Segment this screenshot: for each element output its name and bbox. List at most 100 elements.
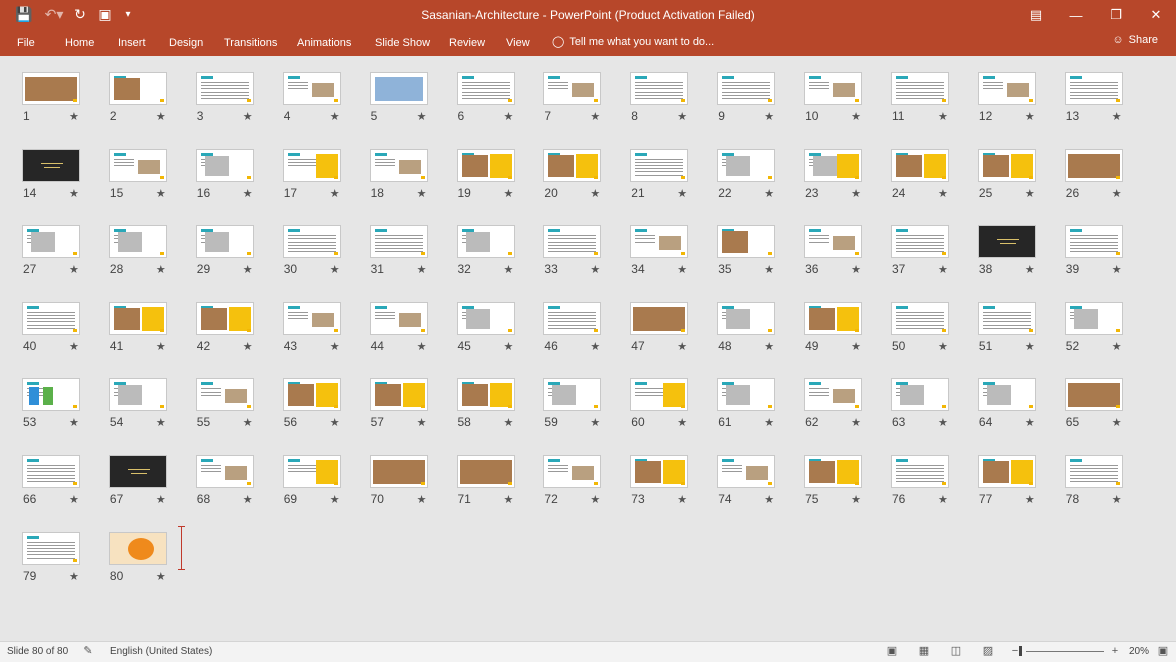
slide-thumbnail[interactable]: 12 ★ [977,56,1078,123]
slide-thumbnail[interactable]: 65 ★ [1064,362,1165,429]
transition-star-icon[interactable]: ★ [590,493,600,506]
transition-star-icon[interactable]: ★ [504,263,514,276]
slide-thumbnail[interactable]: 45 ★ [456,286,557,353]
transition-star-icon[interactable]: ★ [938,340,948,353]
transition-star-icon[interactable]: ★ [1025,110,1035,123]
transition-star-icon[interactable]: ★ [1025,340,1035,353]
slide-thumbnail[interactable]: 17 ★ [282,133,383,200]
transition-star-icon[interactable]: ★ [504,340,514,353]
slide-thumbnail[interactable]: 47 ★ [630,286,730,353]
slide-thumbnail[interactable]: 44 ★ [369,286,470,353]
transition-star-icon[interactable]: ★ [156,187,166,200]
slide-thumbnail[interactable]: 57 ★ [369,362,470,429]
slide-preview[interactable] [195,455,254,488]
slide-counter[interactable]: Slide 80 of 80 [7,646,68,657]
slide-thumbnail[interactable]: 55 ★ [195,362,296,429]
slide-thumbnail[interactable]: 4 ★ [282,56,383,123]
transition-star-icon[interactable]: ★ [590,416,600,429]
slide-preview[interactable] [195,225,254,259]
slide-thumbnail[interactable]: 16 ★ [195,133,296,200]
slide-preview[interactable] [108,148,167,182]
transition-star-icon[interactable]: ★ [243,263,253,276]
slide-preview[interactable] [543,378,602,412]
slide-thumbnail[interactable]: 1 ★ [22,56,122,123]
tab-home[interactable]: Home [65,35,94,51]
zoom-slider-track[interactable] [1026,651,1104,652]
slide-thumbnail[interactable]: 40 ★ [22,286,122,353]
slide-thumbnail[interactable]: 67 ★ [108,439,209,506]
slide-preview[interactable] [369,225,428,259]
slide-preview[interactable] [456,72,515,105]
slide-preview[interactable] [804,148,863,182]
transition-star-icon[interactable]: ★ [69,416,79,429]
transition-star-icon[interactable]: ★ [504,493,514,506]
tab-review[interactable]: Review [449,35,485,51]
slide-preview[interactable] [282,72,341,105]
transition-star-icon[interactable]: ★ [764,187,774,200]
tab-animations[interactable]: Animations [297,35,351,51]
transition-star-icon[interactable]: ★ [330,493,340,506]
slide-preview[interactable] [630,378,689,412]
transition-star-icon[interactable]: ★ [851,110,861,123]
transition-star-icon[interactable]: ★ [69,263,79,276]
slide-thumbnail[interactable]: 37 ★ [891,209,991,276]
slide-preview[interactable] [891,455,949,488]
transition-star-icon[interactable]: ★ [69,187,79,200]
slide-preview[interactable] [804,455,863,488]
slide-thumbnail[interactable]: 75 ★ [804,439,904,506]
slide-preview[interactable] [369,148,428,182]
slide-thumbnail[interactable]: 8 ★ [630,56,730,123]
tab-transitions[interactable]: Transitions [224,35,277,51]
slide-thumbnail[interactable]: 72 ★ [543,439,643,506]
transition-star-icon[interactable]: ★ [504,416,514,429]
slide-preview[interactable] [22,225,80,259]
transition-star-icon[interactable]: ★ [243,416,253,429]
slide-preview[interactable] [369,455,428,488]
slide-preview[interactable] [891,301,949,335]
slide-preview[interactable] [977,455,1036,488]
slide-preview[interactable] [977,225,1036,259]
tab-slide-show[interactable]: Slide Show [375,35,430,51]
slide-preview[interactable] [1064,455,1123,488]
slide-thumbnail[interactable]: 76 ★ [891,439,991,506]
slide-preview[interactable] [195,301,254,335]
transition-star-icon[interactable]: ★ [764,493,774,506]
slide-thumbnail[interactable]: 27 ★ [22,209,122,276]
transition-star-icon[interactable]: ★ [1025,493,1035,506]
transition-star-icon[interactable]: ★ [243,340,253,353]
transition-star-icon[interactable]: ★ [330,416,340,429]
share-button[interactable]: ☺ Share [1112,34,1158,46]
slide-thumbnail[interactable]: 22 ★ [717,133,817,200]
tab-view[interactable]: View [506,35,530,51]
slide-thumbnail[interactable]: 2 ★ [108,56,209,123]
slide-thumbnail[interactable]: 52 ★ [1064,286,1165,353]
slide-preview[interactable] [630,72,689,105]
transition-star-icon[interactable]: ★ [69,110,79,123]
slide-preview[interactable] [195,378,254,412]
slide-thumbnail[interactable]: 53 ★ [22,362,122,429]
transition-star-icon[interactable]: ★ [764,416,774,429]
slide-thumbnail[interactable]: 18 ★ [369,133,470,200]
slide-preview[interactable] [891,378,949,412]
transition-star-icon[interactable]: ★ [417,416,427,429]
normal-view-icon[interactable]: ▣ [885,645,899,658]
transition-star-icon[interactable]: ★ [590,263,600,276]
slide-thumbnail[interactable]: 41 ★ [108,286,209,353]
transition-star-icon[interactable]: ★ [764,110,774,123]
slide-thumbnail[interactable]: 7 ★ [543,56,643,123]
slide-thumbnail[interactable]: 43 ★ [282,286,383,353]
slide-preview[interactable] [717,225,776,259]
slide-thumbnail[interactable]: 63 ★ [891,362,991,429]
slide-preview[interactable] [630,225,689,259]
transition-star-icon[interactable]: ★ [243,110,253,123]
slide-thumbnail[interactable]: 24 ★ [891,133,991,200]
slide-thumbnail[interactable]: 14 ★ [22,133,122,200]
slide-preview[interactable] [195,148,254,182]
transition-star-icon[interactable]: ★ [330,340,340,353]
transition-star-icon[interactable]: ★ [851,263,861,276]
slide-preview[interactable] [543,455,602,488]
transition-star-icon[interactable]: ★ [156,263,166,276]
transition-star-icon[interactable]: ★ [330,263,340,276]
slide-thumbnail[interactable]: 69 ★ [282,439,383,506]
slide-thumbnail[interactable]: 46 ★ [543,286,643,353]
